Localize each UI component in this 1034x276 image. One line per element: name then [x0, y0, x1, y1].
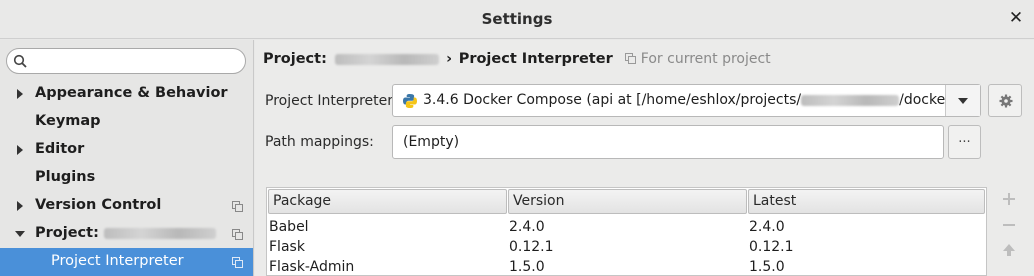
project-scope-icon — [232, 257, 243, 268]
python-icon — [403, 94, 417, 108]
redacted-project-name — [335, 53, 440, 65]
path-mappings-browse-button[interactable]: ... — [948, 125, 981, 159]
sidebar-item-label: Version Control — [35, 197, 162, 213]
package-version: 1.5.0 — [509, 259, 545, 275]
package-version: 0.12.1 — [509, 239, 554, 255]
sidebar-item-label: Keymap — [35, 113, 101, 129]
redacted-project-name — [103, 227, 216, 239]
chevron-right-icon[interactable] — [15, 144, 25, 156]
sidebar-item-label: Plugins — [35, 169, 96, 185]
project-scope-icon — [232, 201, 243, 212]
project-scope-icon — [625, 53, 637, 64]
package-latest: 2.4.0 — [749, 219, 785, 235]
add-icon[interactable] — [1001, 191, 1017, 207]
chevron-right-icon[interactable] — [15, 88, 25, 100]
search-icon — [13, 54, 27, 68]
sidebar-item-editor[interactable]: Editor — [0, 136, 253, 164]
path-mappings-value: (Empty) — [403, 134, 460, 150]
breadcrumb: Project: › Project Interpreter For curre… — [263, 51, 771, 67]
sidebar-item-label: Project Interpreter — [51, 253, 184, 269]
breadcrumb-root: Project: — [263, 51, 327, 67]
chevron-down-icon[interactable] — [15, 228, 25, 240]
interpreter-select[interactable]: 3.4.6 Docker Compose (api at [/home/eshl… — [392, 84, 981, 117]
sidebar-item-label: Project: — [35, 225, 216, 241]
sidebar-item-version-control[interactable]: Version Control — [0, 192, 253, 220]
settings-content: Project: › Project Interpreter For curre… — [255, 40, 1034, 276]
redacted-path — [801, 94, 900, 106]
path-mappings-label: Path mappings: — [265, 134, 374, 150]
breadcrumb-separator: › — [446, 51, 453, 67]
package-toolbar — [995, 187, 1023, 276]
package-version: 2.4.0 — [509, 219, 545, 235]
window-title: Settings — [481, 10, 553, 28]
sidebar-item-label: Editor — [35, 141, 85, 157]
packages-table: Package Version Latest Babel 2.4.0 2.4.0… — [266, 187, 987, 276]
sidebar-item-project-interpreter[interactable]: Project Interpreter — [0, 248, 253, 276]
sidebar-item-keymap[interactable]: Keymap — [0, 108, 253, 136]
breadcrumb-current: Project Interpreter — [458, 51, 613, 67]
chevron-right-icon[interactable] — [15, 200, 25, 212]
chevron-down-icon — [958, 98, 968, 104]
title-bar: Settings ✕ — [0, 0, 1034, 39]
scope-note: For current project — [625, 51, 771, 67]
gear-icon — [999, 94, 1013, 108]
settings-sidebar: Appearance & Behavior Keymap Editor Plug… — [0, 40, 254, 276]
upgrade-icon[interactable] — [1001, 242, 1017, 258]
remove-icon[interactable] — [1001, 217, 1017, 233]
package-latest: 0.12.1 — [749, 239, 794, 255]
scope-label: For current project — [640, 51, 771, 67]
project-scope-icon — [232, 229, 243, 240]
package-name: Babel — [269, 219, 309, 235]
search-input[interactable] — [31, 51, 237, 71]
sidebar-item-plugins[interactable]: Plugins — [0, 164, 253, 192]
interpreter-settings-button[interactable] — [988, 84, 1022, 117]
path-mappings-field[interactable]: (Empty) — [392, 125, 944, 159]
sidebar-item-appearance-behavior[interactable]: Appearance & Behavior — [0, 80, 253, 108]
package-name: Flask-Admin — [269, 259, 355, 275]
interpreter-dropdown-button[interactable] — [945, 85, 980, 116]
column-header-latest[interactable]: Latest — [748, 189, 985, 214]
sidebar-item-project[interactable]: Project: — [0, 220, 253, 248]
package-name: Flask — [269, 239, 305, 255]
interpreter-label: Project Interpreter: — [265, 93, 398, 109]
column-header-version[interactable]: Version — [508, 189, 747, 214]
package-latest: 1.5.0 — [749, 259, 785, 275]
close-icon[interactable]: ✕ — [1008, 9, 1024, 27]
interpreter-value: 3.4.6 Docker Compose (api at [/home/eshl… — [423, 92, 969, 108]
sidebar-item-label: Appearance & Behavior — [35, 85, 228, 101]
search-field[interactable] — [6, 48, 246, 74]
column-header-package[interactable]: Package — [268, 189, 507, 214]
